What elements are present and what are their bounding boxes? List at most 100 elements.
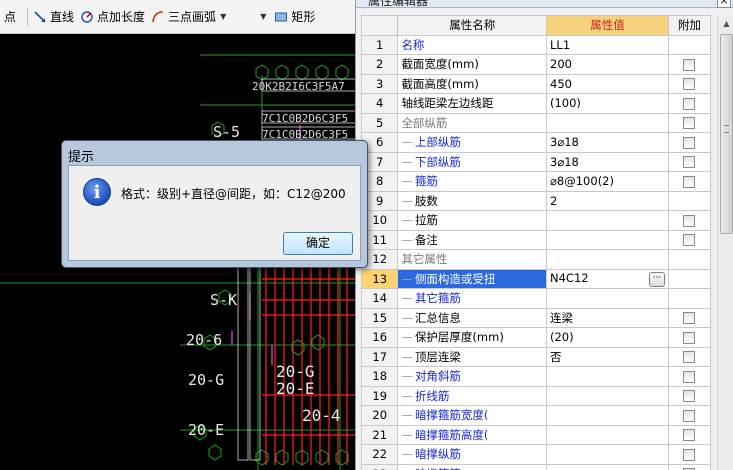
row-number: 2 [360,54,399,75]
property-value[interactable] [546,444,669,465]
vertical-scrollbar[interactable]: ▲ [717,15,733,470]
property-row[interactable]: 19— 折线筋 [360,385,712,406]
property-row[interactable]: 9— 肢数 2 [360,190,712,211]
property-value[interactable]: (20) [546,327,669,348]
property-name-text: 箍筋 [414,174,438,189]
property-row[interactable]: 15— 汇总信息 连梁 [360,307,712,328]
property-name-text: 对角斜筋 [414,369,461,384]
extra-checkbox[interactable] [683,409,696,422]
property-row[interactable]: 20— 暗撑箍筋宽度( [360,405,712,426]
ellipsis-button[interactable]: ··· [648,271,665,287]
property-row[interactable]: 6— 上部纵筋 3⌀18 [360,132,712,153]
property-name: 全部纵筋 [397,112,547,133]
extra-cell [667,366,712,387]
line-tool[interactable]: 直线 [33,6,74,28]
extra-checkbox[interactable] [683,234,696,247]
extra-checkbox[interactable] [683,136,696,149]
tree-connector: — [401,135,413,150]
extra-checkbox[interactable] [683,351,696,364]
property-name-text: 侧面构造或受扭 [414,271,496,286]
property-value[interactable] [546,229,669,250]
property-row[interactable]: 16— 保护层厚度(mm) (20) [360,327,712,348]
property-value[interactable]: 3⌀18 [546,132,669,153]
line-icon [34,10,46,23]
property-row[interactable]: 5 全部纵筋 [360,112,712,133]
property-row[interactable]: 7— 下部纵筋 3⌀18 [360,151,712,172]
property-grid: 属性名称 属性值 附加 1 名称 LL1 2 截面宽度(mm) 200 3 截面高度(mm) 4… [360,15,712,470]
extra-cell [667,463,712,470]
extra-checkbox[interactable] [683,390,696,403]
extra-checkbox[interactable] [683,429,696,442]
property-value[interactable] [546,424,669,445]
property-row[interactable]: 2 截面宽度(mm) 200 [360,54,712,75]
property-value[interactable] [546,463,669,470]
toolbar-dropdown-icon[interactable]: ▼ [260,12,266,21]
property-value[interactable]: 200 [546,54,669,75]
property-value[interactable] [546,385,669,406]
property-name-text: 保护层厚度(mm) [414,330,504,345]
extra-checkbox[interactable] [683,370,696,383]
arc-tool[interactable]: 三点画弧 ▼ [151,6,226,28]
property-row[interactable]: 13— 侧面构造或受扭 N4C12 ··· [360,268,712,289]
extra-checkbox[interactable] [683,78,696,91]
property-value[interactable] [546,112,669,133]
property-row[interactable]: 10— 拉筋 [360,210,712,231]
property-name: — 折线筋 [397,385,547,406]
tree-connector: — [401,447,413,462]
property-value[interactable]: (100) [546,93,669,114]
property-row[interactable]: 12 其它属性 [360,249,712,270]
property-value[interactable] [546,210,669,231]
property-row[interactable]: 11— 备注 [360,229,712,250]
extra-checkbox[interactable] [683,58,696,71]
point-length-tool[interactable]: 点加长度 [80,6,145,28]
property-row[interactable]: 1 名称 LL1 [360,34,712,55]
row-number-header [360,15,399,36]
property-row[interactable]: 4 轴线距梁左边线距 (100) [360,93,712,114]
property-value[interactable]: 连梁 [546,307,669,328]
extra-checkbox[interactable] [683,156,696,169]
cad-axis-label: S-K [210,291,238,309]
property-row[interactable]: 22— 暗撑纵筋 [360,444,712,465]
extra-cell [667,34,712,55]
ok-button[interactable]: 确定 [283,232,353,255]
property-row[interactable]: 23—暗撑箍筋 [360,463,712,470]
property-value[interactable]: 2 [546,190,669,211]
property-value[interactable]: 否 [546,346,669,367]
property-value[interactable] [546,249,669,270]
scroll-thumb[interactable] [720,34,733,234]
property-row[interactable]: 18— 对角斜筋 [360,366,712,387]
property-value[interactable]: 3⌀18 [546,151,669,172]
rectangle-tool[interactable]: 矩形 [274,6,315,28]
property-value[interactable] [546,288,669,309]
extra-checkbox[interactable] [683,312,696,325]
extra-checkbox[interactable] [683,214,696,227]
point-tool[interactable]: 点 [4,6,16,28]
tree-connector: — [401,330,413,345]
extra-checkbox[interactable] [683,331,696,344]
extra-checkbox[interactable] [683,97,696,110]
scroll-up-icon[interactable]: ▲ [718,15,733,32]
arc-dropdown-icon[interactable]: ▼ [220,12,226,21]
property-row[interactable]: 3 截面高度(mm) 450 [360,73,712,94]
property-row[interactable]: 8— 箍筋 ⌀8@100(2) [360,171,712,192]
property-name: 截面宽度(mm) [397,54,547,75]
property-value[interactable]: N4C12 ··· [546,268,669,289]
property-value[interactable]: LL1 [546,34,669,55]
property-name-text: 暗撑箍筋高度( [414,427,489,442]
property-row[interactable]: 21— 暗撑箍筋高度( [360,424,712,445]
extra-checkbox[interactable] [683,448,696,461]
property-value[interactable] [546,366,669,387]
tree-connector: — [401,408,413,423]
property-value[interactable] [546,405,669,426]
row-number: 23 [360,463,399,470]
close-icon[interactable]: × [717,0,731,8]
property-value-header: 属性值 [546,15,669,36]
property-row[interactable]: 17— 顶层连梁否 [360,346,712,367]
property-value-text: 否 [550,349,562,364]
property-value[interactable]: ⌀8@100(2) [546,171,669,192]
property-value[interactable]: 450 [546,73,669,94]
extra-checkbox[interactable] [683,117,696,130]
extra-cell [667,424,712,445]
property-row[interactable]: 14— 其它箍筋 [360,288,712,309]
extra-checkbox[interactable] [683,175,696,188]
